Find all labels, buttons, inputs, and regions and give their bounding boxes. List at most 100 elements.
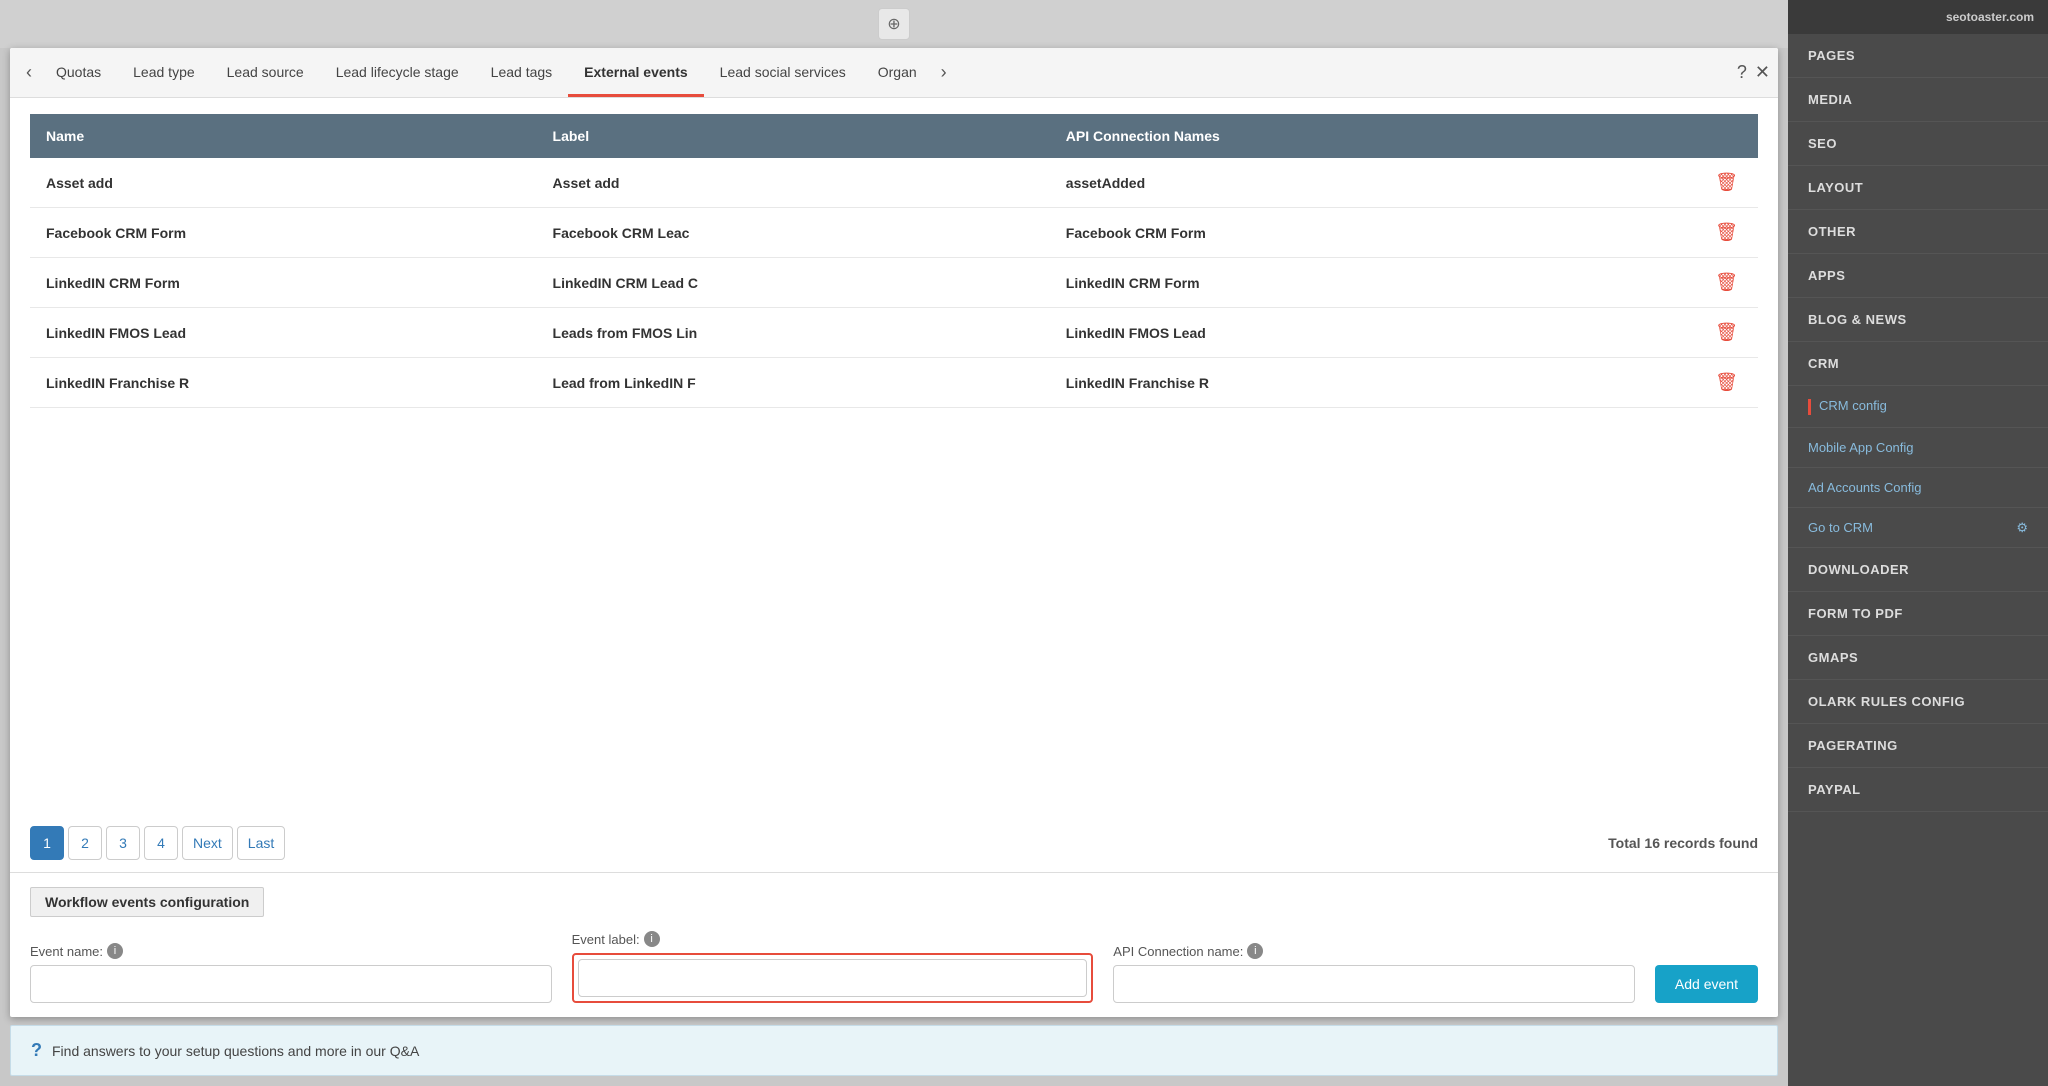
- sidebar-logo: seotoaster.com: [1788, 0, 2048, 34]
- tab-quotas[interactable]: Quotas: [40, 50, 117, 97]
- cell-delete: 🗑: [1588, 358, 1758, 408]
- tab-prev-button[interactable]: ‹: [18, 62, 40, 83]
- help-button[interactable]: ?: [1737, 62, 1747, 83]
- delete-button[interactable]: 🗑: [1715, 372, 1738, 393]
- page-btn-4[interactable]: 4: [144, 826, 178, 860]
- table-row: Asset add Asset add assetAdded 🗑: [30, 158, 1758, 208]
- cell-label: Asset add: [537, 158, 1050, 208]
- sidebar-item-layout[interactable]: LAYOUT: [1788, 166, 2048, 210]
- delete-button[interactable]: 🗑: [1715, 272, 1738, 293]
- cell-api: Facebook CRM Form: [1050, 208, 1588, 258]
- workflow-config-section: Workflow events configuration Event name…: [10, 872, 1778, 1017]
- col-label: Label: [537, 114, 1050, 158]
- close-button[interactable]: ✕: [1755, 62, 1770, 83]
- tab-lead-lifecycle[interactable]: Lead lifecycle stage: [320, 50, 475, 97]
- event-label-label: Event label: i: [572, 931, 1094, 947]
- next-button[interactable]: Next: [182, 826, 233, 860]
- drag-handle-icon[interactable]: ⊕: [878, 8, 910, 40]
- sidebar-sub-item-mobile-app-config[interactable]: Mobile App Config: [1788, 428, 2048, 468]
- sidebar-item-form-to-pdf[interactable]: FORM TO PDF: [1788, 592, 2048, 636]
- tabs-actions: ? ✕: [1737, 62, 1770, 83]
- event-label-highlight: [572, 953, 1094, 1003]
- sidebar-item-pagerating[interactable]: PAGERATING: [1788, 724, 2048, 768]
- page-btn-2[interactable]: 2: [68, 826, 102, 860]
- sidebar-item-crm[interactable]: CRM: [1788, 342, 2048, 386]
- delete-button[interactable]: 🗑: [1715, 172, 1738, 193]
- col-actions: [1588, 114, 1758, 158]
- sidebar-item-apps[interactable]: APPS: [1788, 254, 2048, 298]
- event-label-input[interactable]: [578, 959, 1088, 997]
- cell-name: LinkedIN Franchise R: [30, 358, 537, 408]
- cell-label: LinkedIN CRM Lead C: [537, 258, 1050, 308]
- api-connection-group: API Connection name: i: [1113, 943, 1635, 1003]
- tab-next-button[interactable]: ›: [933, 62, 955, 83]
- cell-label: Leads from FMOS Lin: [537, 308, 1050, 358]
- sidebar-logo-text: seotoaster.com: [1802, 10, 2034, 24]
- event-label-group: Event label: i: [572, 931, 1094, 1003]
- sidebar-item-downloader[interactable]: DOWNLOADER: [1788, 548, 2048, 592]
- last-button[interactable]: Last: [237, 826, 285, 860]
- sidebar-item-pages[interactable]: PAGES: [1788, 34, 2048, 78]
- cell-name: LinkedIN CRM Form: [30, 258, 537, 308]
- cell-name: LinkedIN FMOS Lead: [30, 308, 537, 358]
- cell-delete: 🗑: [1588, 208, 1758, 258]
- events-table: Name Label API Connection Names Asset ad…: [30, 114, 1758, 408]
- cell-label: Facebook CRM Leac: [537, 208, 1050, 258]
- tab-organ[interactable]: Organ: [862, 50, 933, 97]
- table-row: Facebook CRM Form Facebook CRM Leac Face…: [30, 208, 1758, 258]
- page-btn-1[interactable]: 1: [30, 826, 64, 860]
- tab-external-events[interactable]: External events: [568, 50, 704, 97]
- tab-lead-tags[interactable]: Lead tags: [475, 50, 569, 97]
- cell-api: assetAdded: [1050, 158, 1588, 208]
- sidebar-item-media[interactable]: MEDIA: [1788, 78, 2048, 122]
- delete-button[interactable]: 🗑: [1715, 322, 1738, 343]
- sidebar-sub-item-crm-config[interactable]: CRM config: [1788, 386, 2048, 428]
- sidebar-item-blog-news[interactable]: BLOG & NEWS: [1788, 298, 2048, 342]
- table-row: LinkedIN CRM Form LinkedIN CRM Lead C Li…: [30, 258, 1758, 308]
- sidebar-item-other[interactable]: OTHER: [1788, 210, 2048, 254]
- table-container: Name Label API Connection Names Asset ad…: [10, 98, 1778, 814]
- event-name-label: Event name: i: [30, 943, 552, 959]
- cell-api: LinkedIN CRM Form: [1050, 258, 1588, 308]
- col-name: Name: [30, 114, 537, 158]
- qa-icon: ?: [31, 1040, 42, 1061]
- sidebar-item-olark-rules-config[interactable]: OLARK RULES CONFIG: [1788, 680, 2048, 724]
- api-connection-input[interactable]: [1113, 965, 1635, 1003]
- event-name-info-icon[interactable]: i: [107, 943, 123, 959]
- tab-lead-social[interactable]: Lead social services: [704, 50, 862, 97]
- pagination-row: 1 2 3 4 Next Last Total 16 records found: [10, 814, 1778, 872]
- workflow-config-title: Workflow events configuration: [30, 887, 264, 917]
- event-label-info-icon[interactable]: i: [644, 931, 660, 947]
- sidebar-sub-item-go-to-crm[interactable]: Go to CRM⚙: [1788, 508, 2048, 548]
- cell-name: Asset add: [30, 158, 537, 208]
- sidebar-item-seo[interactable]: SEO: [1788, 122, 2048, 166]
- api-connection-info-icon[interactable]: i: [1247, 943, 1263, 959]
- tabs-bar: ‹ Quotas Lead type Lead source Lead life…: [10, 48, 1778, 98]
- cell-api: LinkedIN Franchise R: [1050, 358, 1588, 408]
- table-row: LinkedIN Franchise R Lead from LinkedIN …: [30, 358, 1758, 408]
- workflow-fields: Event name: i Event label: i: [30, 931, 1758, 1003]
- cell-name: Facebook CRM Form: [30, 208, 537, 258]
- event-name-input[interactable]: [30, 965, 552, 1003]
- sidebar-sub-item-ad-accounts-config[interactable]: Ad Accounts Config: [1788, 468, 2048, 508]
- drag-handle-bar: ⊕: [0, 0, 1788, 48]
- cell-delete: 🗑: [1588, 258, 1758, 308]
- qa-text: Find answers to your setup questions and…: [52, 1043, 419, 1059]
- col-api: API Connection Names: [1050, 114, 1588, 158]
- event-name-group: Event name: i: [30, 943, 552, 1003]
- gear-icon[interactable]: ⚙: [2016, 520, 2028, 536]
- table-header-row: Name Label API Connection Names: [30, 114, 1758, 158]
- qa-bar[interactable]: ? Find answers to your setup questions a…: [10, 1025, 1778, 1076]
- page-btn-3[interactable]: 3: [106, 826, 140, 860]
- add-event-button[interactable]: Add event: [1655, 965, 1758, 1003]
- cell-delete: 🗑: [1588, 158, 1758, 208]
- main-panel: ‹ Quotas Lead type Lead source Lead life…: [10, 48, 1778, 1017]
- tab-lead-type[interactable]: Lead type: [117, 50, 211, 97]
- cell-label: Lead from LinkedIN F: [537, 358, 1050, 408]
- sidebar-item-gmaps[interactable]: GMAPS: [1788, 636, 2048, 680]
- tab-lead-source[interactable]: Lead source: [211, 50, 320, 97]
- delete-button[interactable]: 🗑: [1715, 222, 1738, 243]
- sidebar-item-paypal[interactable]: PAYPAL: [1788, 768, 2048, 812]
- api-connection-label: API Connection name: i: [1113, 943, 1635, 959]
- cell-delete: 🗑: [1588, 308, 1758, 358]
